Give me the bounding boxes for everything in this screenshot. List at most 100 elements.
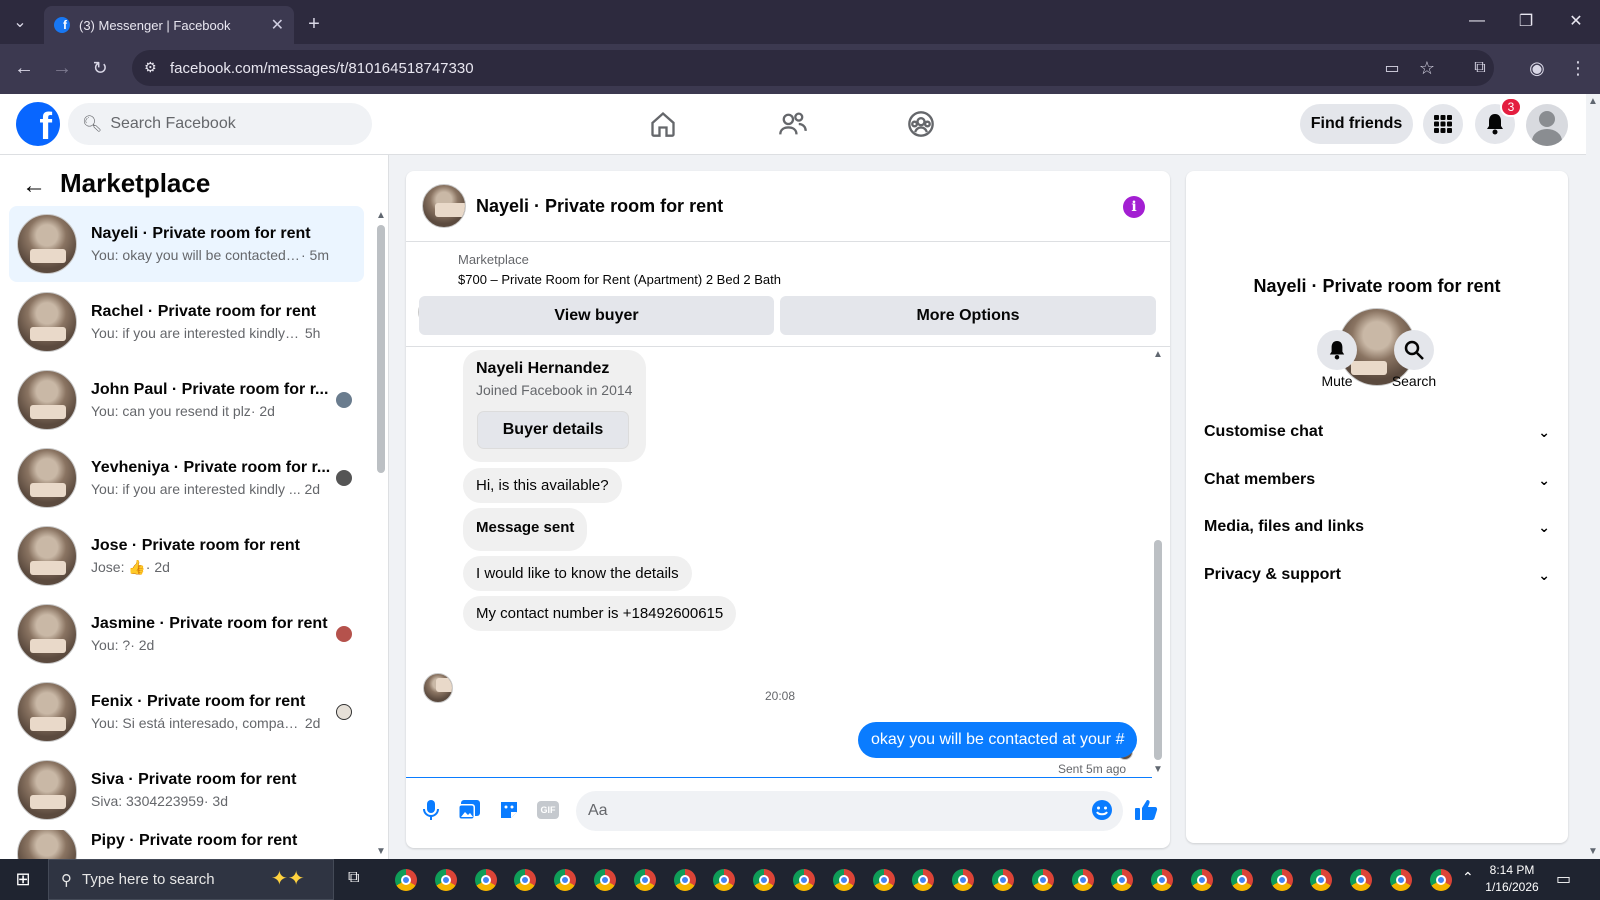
chrome-taskbar-icon[interactable] bbox=[633, 869, 656, 891]
chrome-taskbar-icon[interactable] bbox=[1191, 869, 1213, 891]
home-icon[interactable] bbox=[633, 104, 693, 144]
message-timestamp: 20:08 bbox=[764, 689, 796, 703]
install-app-icon[interactable]: ▭ bbox=[1380, 56, 1404, 80]
microphone-icon[interactable] bbox=[418, 797, 444, 823]
conversation-item[interactable]: Jasmine · Private room for rent You: ? · … bbox=[9, 596, 364, 672]
gif-icon[interactable]: GIF bbox=[535, 797, 561, 823]
browser-menu-icon[interactable]: ⋮ bbox=[1568, 56, 1588, 80]
chrome-taskbar-icon[interactable] bbox=[594, 869, 616, 891]
section-label: Media, files and links bbox=[1204, 518, 1365, 535]
tab-search-icon[interactable]: ⌄ bbox=[8, 10, 32, 34]
address-bar[interactable]: ⚙ facebook.com/messages/t/81016451874733… bbox=[132, 50, 1494, 86]
conversation-item[interactable]: Pipy · Private room for rent bbox=[9, 830, 364, 859]
chrome-taskbar-icon[interactable] bbox=[1031, 869, 1054, 891]
close-window-icon[interactable]: ✕ bbox=[1552, 0, 1600, 42]
chat-avatar[interactable] bbox=[422, 184, 466, 228]
conversation-item[interactable]: Siva · Private room for rent Siva: 33042… bbox=[9, 752, 364, 828]
chrome-taskbar-icon[interactable] bbox=[793, 869, 815, 891]
windows-start-icon[interactable]: ⊞ bbox=[0, 859, 46, 900]
emoji-icon[interactable] bbox=[1089, 797, 1115, 823]
privacy-support-row[interactable]: Privacy & support ⌄ bbox=[1204, 555, 1550, 595]
scroll-down-arrow-icon[interactable]: ▼ bbox=[376, 846, 386, 857]
taskbar-search-input[interactable]: ⚲ Type here to search ✦✦ bbox=[48, 859, 334, 900]
chat-title[interactable]: Nayeli · Private room for rent bbox=[476, 196, 723, 217]
conversation-item[interactable]: John Paul · Private room for r... You: c… bbox=[9, 362, 364, 438]
chevron-down-icon: ⌄ bbox=[1538, 566, 1550, 583]
chrome-taskbar-icon[interactable] bbox=[395, 869, 417, 891]
sticker-icon[interactable] bbox=[496, 797, 522, 823]
avatar bbox=[17, 760, 77, 820]
buyer-card: Nayeli Hernandez Joined Facebook in 2014… bbox=[463, 350, 646, 462]
new-tab-button[interactable]: + bbox=[300, 10, 328, 38]
chrome-taskbar-icon[interactable] bbox=[992, 869, 1014, 891]
scroll-up-arrow-icon[interactable]: ▲ bbox=[376, 210, 386, 221]
minimize-icon[interactable]: — bbox=[1453, 0, 1501, 42]
account-avatar[interactable] bbox=[1526, 104, 1568, 146]
chat-members-row[interactable]: Chat members ⌄ bbox=[1204, 460, 1550, 500]
clock-date: 1/16/2026 bbox=[1485, 880, 1539, 894]
sidebar-scrollbar[interactable] bbox=[377, 225, 385, 473]
chrome-taskbar-icon[interactable] bbox=[1429, 869, 1452, 891]
site-info-icon[interactable]: ⚙ bbox=[144, 59, 157, 76]
chrome-taskbar-icon[interactable] bbox=[474, 869, 497, 891]
notification-badge: 3 bbox=[1500, 97, 1522, 117]
page-scroll-down-icon[interactable]: ▼ bbox=[1588, 846, 1598, 857]
conversation-item[interactable]: Rachel · Private room for rent You: if y… bbox=[9, 284, 364, 360]
conversation-item[interactable]: Yevheniya · Private room for r... You: i… bbox=[9, 440, 364, 516]
search-chat-icon[interactable] bbox=[1394, 330, 1434, 370]
conversation-item[interactable]: Nayeli · Private room for rent You: okay… bbox=[9, 206, 364, 282]
listing-title[interactable]: $700 – Private Room for Rent (Apartment)… bbox=[458, 272, 781, 287]
task-view-icon[interactable]: ⧉ bbox=[348, 869, 359, 887]
chrome-taskbar-icon[interactable] bbox=[872, 869, 895, 891]
chrome-taskbar-icon[interactable] bbox=[832, 869, 855, 891]
buyer-details-button[interactable]: Buyer details bbox=[478, 412, 628, 448]
menu-grid-icon[interactable] bbox=[1423, 104, 1463, 144]
message-bubble: My contact number is +18492600615 bbox=[463, 596, 737, 631]
message-input[interactable]: Aa bbox=[576, 791, 1123, 831]
scroll-down-arrow-icon[interactable]: ▼ bbox=[1153, 764, 1163, 775]
thumbs-up-icon[interactable] bbox=[1132, 797, 1160, 823]
taskbar-clock[interactable]: 8:14 PM 1/16/2026 bbox=[1480, 862, 1544, 896]
facebook-logo-icon[interactable]: f bbox=[16, 102, 60, 146]
notification-center-icon[interactable]: ▭ bbox=[1556, 869, 1571, 889]
conversation-preview: You: okay you will be contacted at ... bbox=[91, 247, 301, 263]
chrome-taskbar-icon[interactable] bbox=[1230, 869, 1253, 891]
facebook-search-input[interactable]: 🔍︎ Search Facebook bbox=[68, 103, 372, 145]
info-icon[interactable]: i bbox=[1123, 196, 1145, 218]
back-arrow-icon[interactable]: ← bbox=[22, 172, 46, 200]
conversation-item[interactable]: Jose · Private room for rent Jose: 👍 · 2d bbox=[9, 518, 364, 594]
view-buyer-button[interactable]: View buyer bbox=[419, 296, 774, 335]
back-arrow-icon[interactable]: ← bbox=[12, 56, 36, 80]
browser-tab[interactable]: f (3) Messenger | Facebook ✕ bbox=[44, 6, 294, 44]
tab-close-icon[interactable]: ✕ bbox=[271, 15, 284, 35]
scroll-up-arrow-icon[interactable]: ▲ bbox=[1153, 349, 1163, 360]
forward-arrow-icon[interactable]: → bbox=[50, 56, 74, 80]
system-tray-chevron-icon[interactable]: ⌃ bbox=[1462, 869, 1474, 886]
customise-chat-row[interactable]: Customise chat ⌄ bbox=[1204, 412, 1550, 452]
chrome-taskbar-icon[interactable] bbox=[1390, 869, 1412, 891]
section-label: Privacy & support bbox=[1204, 566, 1341, 583]
chrome-taskbar-icon[interactable] bbox=[434, 869, 457, 891]
friends-icon[interactable] bbox=[763, 104, 823, 144]
photo-icon[interactable] bbox=[456, 797, 482, 823]
reload-icon[interactable]: ↻ bbox=[88, 56, 112, 80]
groups-icon[interactable] bbox=[891, 104, 951, 144]
find-friends-button[interactable]: Find friends bbox=[1300, 104, 1413, 144]
bookmark-star-icon[interactable]: ☆ bbox=[1415, 56, 1439, 80]
page-scroll-up-icon[interactable]: ▲ bbox=[1588, 96, 1598, 107]
conversation-item[interactable]: Fenix · Private room for rent You: Si es… bbox=[9, 674, 364, 750]
more-options-button[interactable]: More Options bbox=[780, 296, 1156, 335]
chat-scrollbar[interactable] bbox=[1154, 540, 1162, 760]
mute-bell-icon[interactable] bbox=[1317, 330, 1357, 370]
chrome-taskbar-icon[interactable] bbox=[1071, 869, 1094, 891]
sender-avatar[interactable] bbox=[423, 673, 453, 703]
restore-icon[interactable]: ❐ bbox=[1502, 0, 1550, 42]
chrome-taskbar-icon[interactable] bbox=[1270, 869, 1293, 891]
chrome-taskbar-icon[interactable] bbox=[673, 869, 696, 891]
taskbar-search-placeholder: Type here to search bbox=[82, 871, 215, 888]
conversation-preview: Jose: 👍 bbox=[91, 558, 146, 575]
profile-icon[interactable]: ◉ bbox=[1525, 56, 1549, 80]
mute-label: Mute bbox=[1321, 373, 1353, 389]
extensions-icon[interactable]: ⧉ bbox=[1468, 56, 1492, 80]
media-files-links-row[interactable]: Media, files and links ⌄ bbox=[1204, 507, 1550, 547]
